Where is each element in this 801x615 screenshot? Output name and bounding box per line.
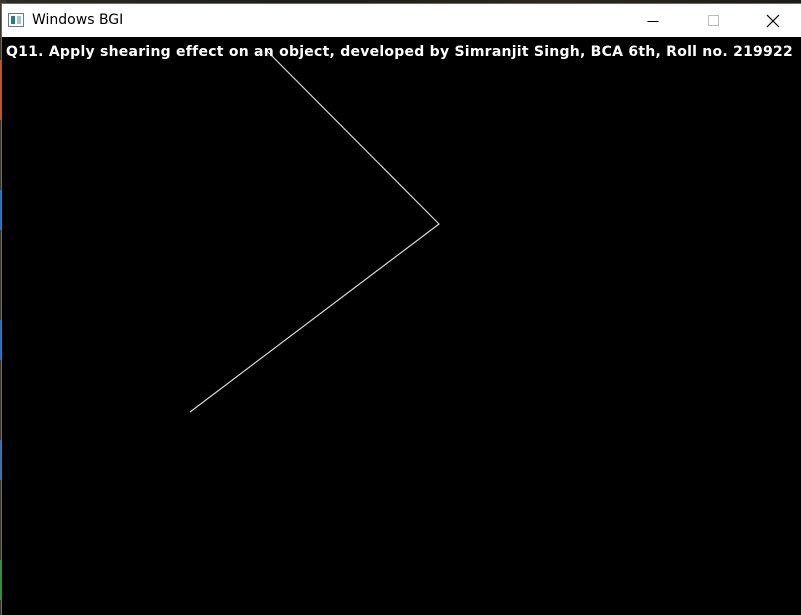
maximize-icon [708, 14, 719, 26]
screen: Windows BGI Q11. Apply shearing effect o… [0, 0, 801, 615]
program-caption: Q11. Apply shearing effect on an object,… [6, 44, 794, 60]
bgi-window[interactable]: Windows BGI Q11. Apply shearing effect o… [2, 4, 801, 615]
graphics-canvas: Q11. Apply shearing effect on an object,… [2, 37, 801, 615]
close-button[interactable] [750, 4, 796, 37]
app-window-icon[interactable] [8, 13, 24, 27]
sheared-object-outline [189, 50, 440, 413]
title-bar[interactable]: Windows BGI [2, 4, 801, 37]
minimize-icon [647, 20, 659, 22]
close-icon [766, 14, 780, 27]
sheared-object-drawing [189, 50, 440, 413]
minimize-button[interactable] [630, 4, 676, 37]
window-title: Windows BGI [32, 12, 124, 28]
maximize-button[interactable] [691, 4, 737, 37]
